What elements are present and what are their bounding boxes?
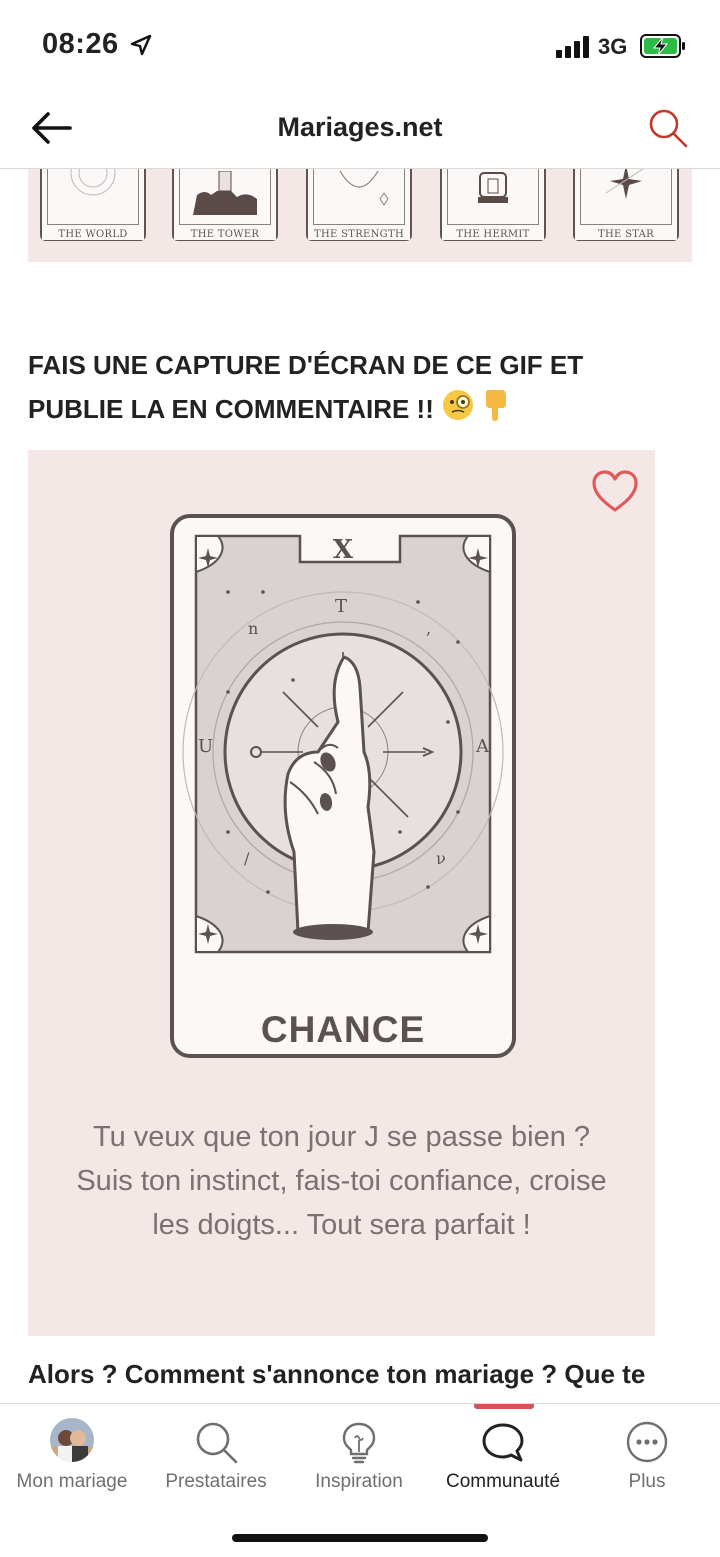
post-content: THE WORLD THE TOWER THE STRENGTH THE HER…: [0, 169, 720, 1403]
pointing-down-emoji: [482, 388, 510, 435]
tab-inspiration[interactable]: Inspiration: [287, 1404, 431, 1514]
search-button[interactable]: [646, 106, 690, 150]
location-arrow-icon: [130, 34, 152, 56]
lightbulb-icon: [342, 1422, 376, 1464]
tarot-card-hermit: THE HERMIT: [440, 169, 546, 241]
svg-text:,: ,: [426, 619, 431, 638]
more-dots-icon: [626, 1421, 668, 1463]
monocle-face-emoji: [441, 388, 475, 435]
svg-text:A: A: [475, 736, 490, 757]
tarot-card-label: THE STAR: [575, 229, 677, 240]
card-description: Tu veux que ton jour J se passe bien ? S…: [76, 1121, 607, 1241]
status-bar: 08:26 3G: [0, 0, 720, 92]
heart-icon: [592, 470, 638, 512]
speech-bubble-icon: [482, 1423, 524, 1462]
tab-label: Mon mariage: [16, 1471, 128, 1492]
network-label: 3G: [598, 34, 628, 59]
svg-text:ν: ν: [436, 849, 446, 868]
tarot-card-tower: THE TOWER: [172, 169, 278, 241]
tarot-card-label: THE WORLD: [42, 229, 144, 240]
tarot-cards-strip: THE WORLD THE TOWER THE STRENGTH THE HER…: [28, 169, 692, 262]
tab-plus[interactable]: Plus: [575, 1404, 719, 1514]
chance-tarot-card: T n , U A ν / X: [170, 514, 516, 1058]
battery-charging-icon: [640, 34, 685, 58]
avatar: [50, 1418, 94, 1462]
tarot-card-label: THE HERMIT: [442, 229, 544, 240]
svg-text:U: U: [198, 736, 213, 757]
post-heading: FAIS UNE CAPTURE D'ÉCRAN DE CE GIF ET PU…: [28, 343, 668, 435]
card-name: CHANCE: [260, 1009, 426, 1050]
svg-text:/: /: [244, 849, 250, 868]
bottom-tab-bar: Mon mariage Prestataires Inspiration Com…: [0, 1403, 720, 1557]
tarot-card-world: THE WORLD: [40, 169, 146, 241]
svg-text:n: n: [248, 619, 258, 638]
tab-prestataires[interactable]: Prestataires: [144, 1404, 288, 1514]
tarot-card-star: THE STAR: [573, 169, 679, 241]
app-header: Mariages.net: [0, 92, 720, 169]
tarot-card-label: THE STRENGTH: [308, 229, 410, 240]
signal-bars-icon: [556, 36, 589, 58]
card-numeral: X: [333, 535, 354, 565]
tarot-card-strength: THE STRENGTH: [306, 169, 412, 241]
page-title: Mariages.net: [277, 112, 443, 142]
tab-label: Communauté: [445, 1471, 561, 1492]
tarot-card-label: THE TOWER: [174, 229, 276, 240]
tab-mon-mariage[interactable]: Mon mariage: [0, 1404, 144, 1514]
search-icon: [196, 1422, 238, 1464]
home-indicator[interactable]: [232, 1534, 488, 1542]
tab-label: Plus: [628, 1471, 666, 1492]
svg-text:T: T: [335, 596, 347, 617]
tab-label: Prestataires: [165, 1471, 267, 1492]
status-time: 08:26: [42, 28, 119, 60]
tab-label: Inspiration: [315, 1471, 403, 1492]
tab-communaute[interactable]: Communauté: [431, 1404, 575, 1514]
tarot-gif-image: T n , U A ν / X CHANCE Tu veux que ton j…: [28, 450, 655, 1336]
post-question: Alors ? Comment s'annonce ton mariage ? …: [28, 1359, 646, 1389]
